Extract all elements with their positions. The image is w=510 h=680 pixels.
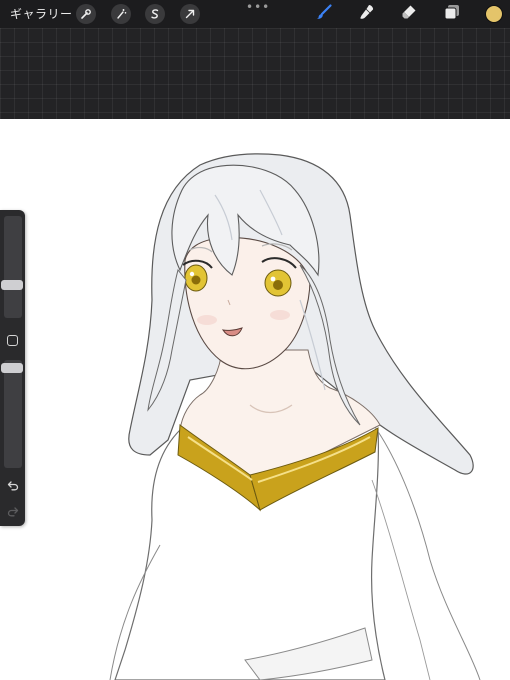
layers-button[interactable] bbox=[441, 3, 463, 25]
brush-size-thumb[interactable] bbox=[1, 280, 23, 291]
brush-sidebar bbox=[0, 210, 25, 526]
brush-icon bbox=[315, 3, 333, 25]
more-options-handle[interactable]: ••• bbox=[246, 0, 270, 14]
selection-button[interactable] bbox=[145, 4, 165, 24]
wrench-icon bbox=[80, 8, 92, 20]
smudge-tool-button[interactable] bbox=[356, 3, 378, 25]
arrow-cursor-icon bbox=[184, 8, 196, 20]
brush-opacity-thumb[interactable] bbox=[1, 362, 23, 373]
undo-icon bbox=[7, 476, 19, 495]
selection-s-icon bbox=[149, 8, 161, 20]
redo-icon bbox=[7, 502, 19, 521]
cheek-blush-right bbox=[270, 310, 290, 320]
eraser-icon bbox=[400, 3, 418, 25]
undo-button[interactable] bbox=[5, 478, 21, 492]
modify-button[interactable] bbox=[7, 335, 18, 346]
actions-button[interactable] bbox=[76, 4, 96, 24]
procreate-app: ギャラリー ••• bbox=[0, 0, 510, 680]
top-toolbar: ギャラリー ••• bbox=[0, 0, 510, 28]
canvas-backdrop bbox=[0, 28, 510, 119]
cheek-blush-left bbox=[197, 315, 217, 325]
brush-tool-button[interactable] bbox=[313, 3, 335, 25]
transform-button[interactable] bbox=[180, 4, 200, 24]
gallery-button[interactable]: ギャラリー bbox=[10, 6, 73, 22]
right-sleeve-inner bbox=[371, 479, 431, 680]
magic-wand-icon bbox=[115, 8, 127, 20]
smudge-icon bbox=[358, 3, 376, 25]
brush-opacity-slider[interactable] bbox=[4, 360, 22, 468]
drawing-canvas[interactable] bbox=[0, 119, 510, 680]
redo-button[interactable] bbox=[5, 504, 21, 518]
anime-girl-illustration bbox=[109, 153, 481, 680]
layers-icon bbox=[443, 3, 461, 25]
color-picker-swatch[interactable] bbox=[485, 5, 503, 23]
eraser-tool-button[interactable] bbox=[398, 3, 420, 25]
adjustments-button[interactable] bbox=[111, 4, 131, 24]
brush-size-slider[interactable] bbox=[4, 216, 22, 318]
